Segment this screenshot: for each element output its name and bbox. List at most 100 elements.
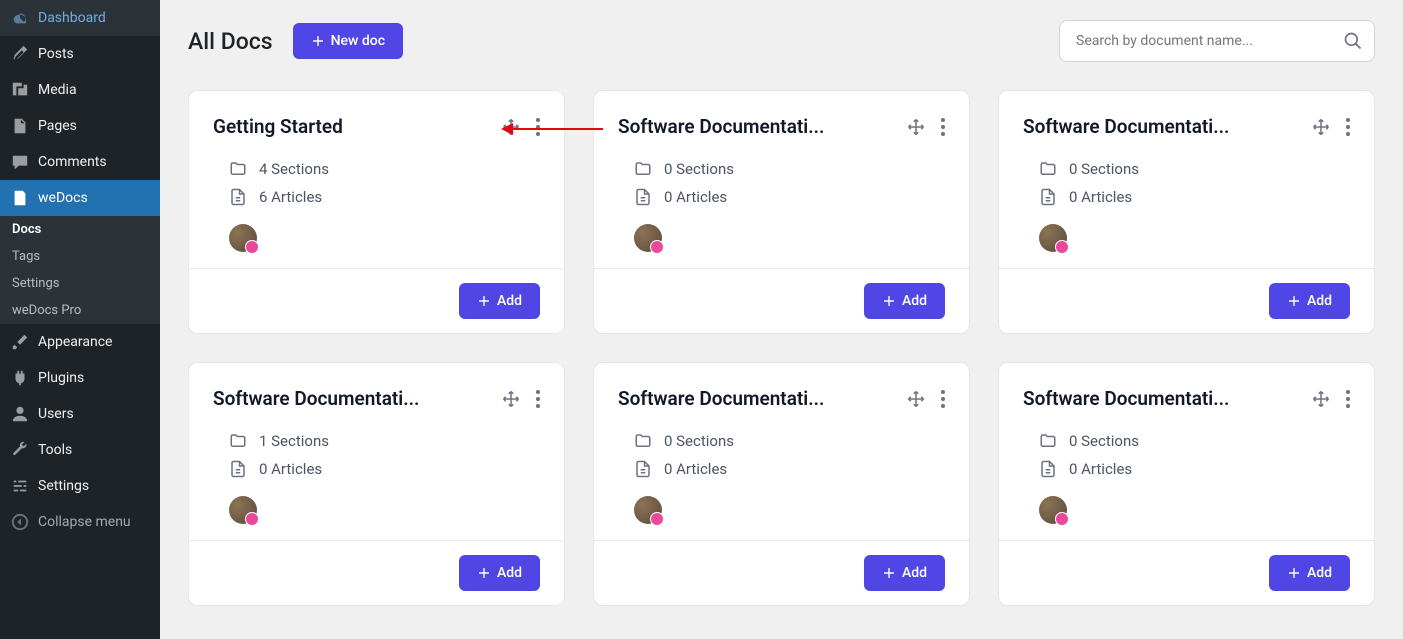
- more-icon[interactable]: [1346, 390, 1350, 408]
- more-icon[interactable]: [941, 390, 945, 408]
- move-icon[interactable]: [502, 390, 520, 408]
- add-button[interactable]: Add: [459, 283, 540, 319]
- doc-title[interactable]: Getting Started: [213, 115, 343, 138]
- more-icon[interactable]: [536, 118, 540, 136]
- media-icon: [10, 80, 30, 100]
- articles-text: 0 Articles: [1069, 188, 1132, 206]
- admin-sidebar: Dashboard Posts Media Pages Comments weD…: [0, 0, 160, 639]
- sidebar-item-label: weDocs: [38, 190, 88, 206]
- sidebar-item-label: Collapse menu: [38, 514, 131, 530]
- add-button[interactable]: Add: [1269, 283, 1350, 319]
- sidebar-item-label: Settings: [38, 478, 89, 494]
- sidebar-item-users[interactable]: Users: [0, 396, 160, 432]
- new-doc-label: New doc: [331, 33, 385, 49]
- add-button[interactable]: Add: [459, 555, 540, 591]
- add-label: Add: [902, 293, 927, 309]
- sidebar-item-label: Appearance: [38, 334, 112, 350]
- sidebar-item-settings[interactable]: Settings: [0, 468, 160, 504]
- sections-stat: 0 Sections: [618, 432, 945, 450]
- sections-text: 0 Sections: [664, 160, 734, 178]
- sections-text: 0 Sections: [1069, 432, 1139, 450]
- sidebar-item-dashboard[interactable]: Dashboard: [0, 0, 160, 36]
- page-header: All Docs New doc: [188, 20, 1375, 62]
- move-icon[interactable]: [907, 118, 925, 136]
- avatar[interactable]: [1039, 496, 1067, 524]
- move-icon[interactable]: [502, 118, 520, 136]
- avatar[interactable]: [229, 496, 257, 524]
- sections-stat: 0 Sections: [1023, 432, 1350, 450]
- sidebar-item-pages[interactable]: Pages: [0, 108, 160, 144]
- sidebar-item-posts[interactable]: Posts: [0, 36, 160, 72]
- add-button[interactable]: Add: [864, 555, 945, 591]
- sidebar-item-collapse[interactable]: Collapse menu: [0, 504, 160, 540]
- article-icon: [229, 188, 247, 206]
- submenu-item-settings[interactable]: Settings: [0, 270, 160, 297]
- sidebar-item-tools[interactable]: Tools: [0, 432, 160, 468]
- more-icon[interactable]: [941, 118, 945, 136]
- avatar[interactable]: [634, 496, 662, 524]
- doc-title[interactable]: Software Documentati...: [1023, 387, 1229, 410]
- sections-stat: 0 Sections: [618, 160, 945, 178]
- folder-icon: [1039, 160, 1057, 178]
- move-icon[interactable]: [1312, 390, 1330, 408]
- add-label: Add: [497, 565, 522, 581]
- sidebar-item-plugins[interactable]: Plugins: [0, 360, 160, 396]
- articles-stat: 6 Articles: [213, 188, 540, 206]
- sections-text: 0 Sections: [664, 432, 734, 450]
- plus-icon: [477, 566, 491, 580]
- avatar[interactable]: [634, 224, 662, 252]
- sidebar-item-label: Plugins: [38, 370, 84, 386]
- search-icon: [1343, 31, 1363, 51]
- more-icon[interactable]: [1346, 118, 1350, 136]
- articles-stat: 0 Articles: [1023, 460, 1350, 478]
- doc-title[interactable]: Software Documentati...: [213, 387, 419, 410]
- comment-icon: [10, 152, 30, 172]
- add-label: Add: [1307, 293, 1332, 309]
- avatar[interactable]: [229, 224, 257, 252]
- sidebar-item-appearance[interactable]: Appearance: [0, 324, 160, 360]
- sidebar-item-wedocs[interactable]: weDocs: [0, 180, 160, 216]
- add-button[interactable]: Add: [1269, 555, 1350, 591]
- sidebar-item-comments[interactable]: Comments: [0, 144, 160, 180]
- add-label: Add: [1307, 565, 1332, 581]
- add-button[interactable]: Add: [864, 283, 945, 319]
- folder-icon: [1039, 432, 1057, 450]
- sidebar-item-media[interactable]: Media: [0, 72, 160, 108]
- doc-title[interactable]: Software Documentati...: [618, 387, 824, 410]
- sidebar-item-label: Posts: [38, 46, 74, 62]
- article-icon: [1039, 460, 1057, 478]
- sidebar-submenu: Docs Tags Settings weDocs Pro: [0, 216, 160, 324]
- doc-card: Software Documentati... 1 Sections 0 Art…: [188, 362, 565, 606]
- folder-icon: [634, 432, 652, 450]
- dashboard-icon: [10, 8, 30, 28]
- move-icon[interactable]: [907, 390, 925, 408]
- move-icon[interactable]: [1312, 118, 1330, 136]
- articles-stat: 0 Articles: [618, 188, 945, 206]
- articles-text: 0 Articles: [664, 460, 727, 478]
- doc-card: Getting Started 4 Sections 6 Articles Ad…: [188, 90, 565, 334]
- pin-icon: [10, 44, 30, 64]
- articles-text: 6 Articles: [259, 188, 322, 206]
- plus-icon: [882, 294, 896, 308]
- avatar[interactable]: [1039, 224, 1067, 252]
- doc-card: Software Documentati... 0 Sections 0 Art…: [998, 90, 1375, 334]
- submenu-item-wedocs-pro[interactable]: weDocs Pro: [0, 297, 160, 324]
- search-input[interactable]: [1059, 20, 1375, 62]
- main-content: All Docs New doc Getting Started 4: [160, 0, 1403, 639]
- doc-title[interactable]: Software Documentati...: [1023, 115, 1229, 138]
- new-doc-button[interactable]: New doc: [293, 23, 403, 59]
- sections-stat: 4 Sections: [213, 160, 540, 178]
- search-container: [1059, 20, 1375, 62]
- doc-title[interactable]: Software Documentati...: [618, 115, 824, 138]
- plug-icon: [10, 368, 30, 388]
- articles-stat: 0 Articles: [213, 460, 540, 478]
- collapse-icon: [10, 512, 30, 532]
- folder-icon: [634, 160, 652, 178]
- article-icon: [634, 188, 652, 206]
- more-icon[interactable]: [536, 390, 540, 408]
- doc-card: Software Documentati... 0 Sections 0 Art…: [593, 362, 970, 606]
- submenu-item-tags[interactable]: Tags: [0, 243, 160, 270]
- submenu-item-docs[interactable]: Docs: [0, 216, 160, 243]
- plus-icon: [1287, 566, 1301, 580]
- add-label: Add: [902, 565, 927, 581]
